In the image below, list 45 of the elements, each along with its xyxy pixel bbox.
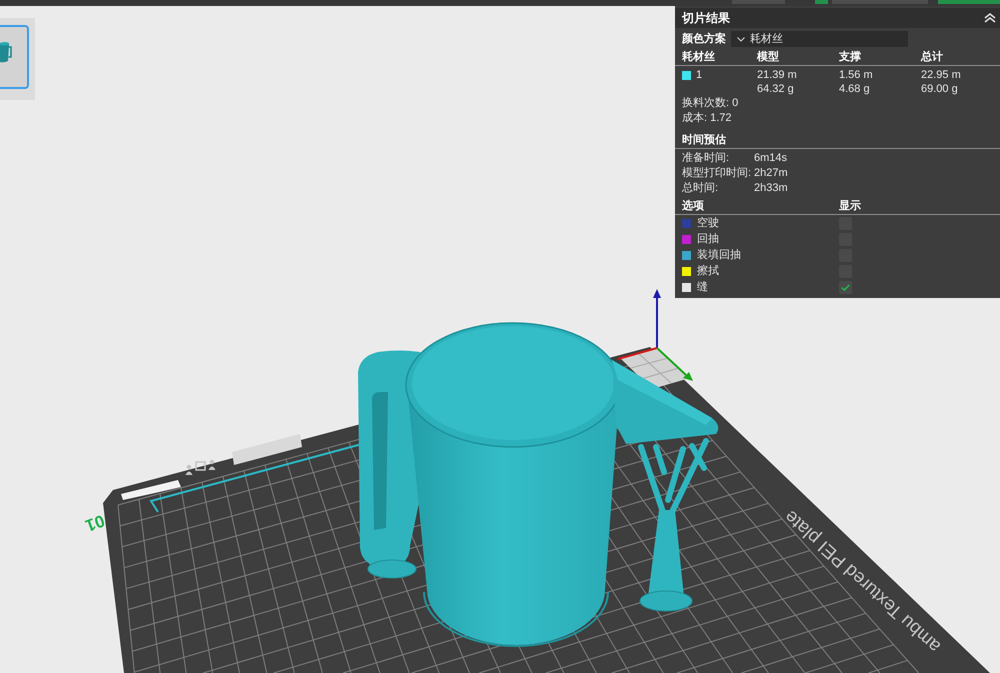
time-label: 总时间: bbox=[682, 181, 718, 196]
toolbar-button[interactable] bbox=[938, 0, 1000, 4]
option-label: 擦拭 bbox=[697, 264, 719, 278]
panel-title: 切片结果 bbox=[682, 10, 730, 26]
column-header: 显示 bbox=[839, 198, 861, 214]
option-label: 装填回抽 bbox=[697, 248, 741, 262]
figure-icon bbox=[186, 464, 192, 475]
column-header: 选项 bbox=[682, 198, 704, 214]
column-header: 总计 bbox=[921, 50, 944, 64]
time-value: 6m14s bbox=[754, 151, 788, 166]
summary-text: 换料次数: 0 bbox=[682, 96, 738, 111]
collapse-icon[interactable] bbox=[984, 13, 996, 23]
option-label: 缝 bbox=[697, 280, 708, 294]
column-header: 耗材丝 bbox=[682, 50, 716, 64]
chevron-down-icon bbox=[737, 36, 745, 42]
filament-number: 1 bbox=[696, 68, 702, 82]
table-cell: 4.68 g bbox=[839, 82, 870, 96]
summary-text: 成本: 1.72 bbox=[682, 111, 732, 126]
column-header: 支撑 bbox=[839, 50, 862, 64]
show-checkbox[interactable] bbox=[839, 216, 852, 230]
column-header: 模型 bbox=[757, 50, 780, 64]
time-label: 模型打印时间: bbox=[682, 166, 752, 181]
time-label: 准备时间: bbox=[682, 151, 730, 166]
option-label: 回抽 bbox=[697, 232, 719, 246]
table-cell: 64.32 g bbox=[757, 82, 794, 96]
table-cell: 69.00 g bbox=[921, 82, 958, 96]
option-label: 空驶 bbox=[697, 216, 719, 230]
toolbar-button[interactable] bbox=[815, 0, 828, 4]
plate-label-strip bbox=[232, 434, 302, 465]
table-cell: 22.95 m bbox=[921, 68, 961, 82]
color-scheme-dropdown[interactable]: 耗材丝 bbox=[731, 31, 908, 47]
section-title: 时间预估 bbox=[682, 132, 726, 148]
table-cell: 21.39 m bbox=[757, 68, 797, 82]
show-checkbox[interactable] bbox=[839, 280, 852, 294]
figure-icon bbox=[208, 460, 216, 470]
color-scheme-label: 颜色方案 bbox=[682, 32, 727, 46]
cup-icon bbox=[0, 41, 12, 63]
table-cell: 1.56 m bbox=[839, 68, 873, 82]
plate-number: 01 bbox=[82, 510, 108, 536]
plate-marking bbox=[121, 480, 181, 500]
plate-thumbnail[interactable] bbox=[0, 25, 29, 89]
checkmark-icon bbox=[841, 284, 850, 290]
time-value: 2h33m bbox=[754, 181, 788, 196]
square-icon bbox=[195, 461, 206, 471]
time-value: 2h27m bbox=[754, 166, 788, 181]
